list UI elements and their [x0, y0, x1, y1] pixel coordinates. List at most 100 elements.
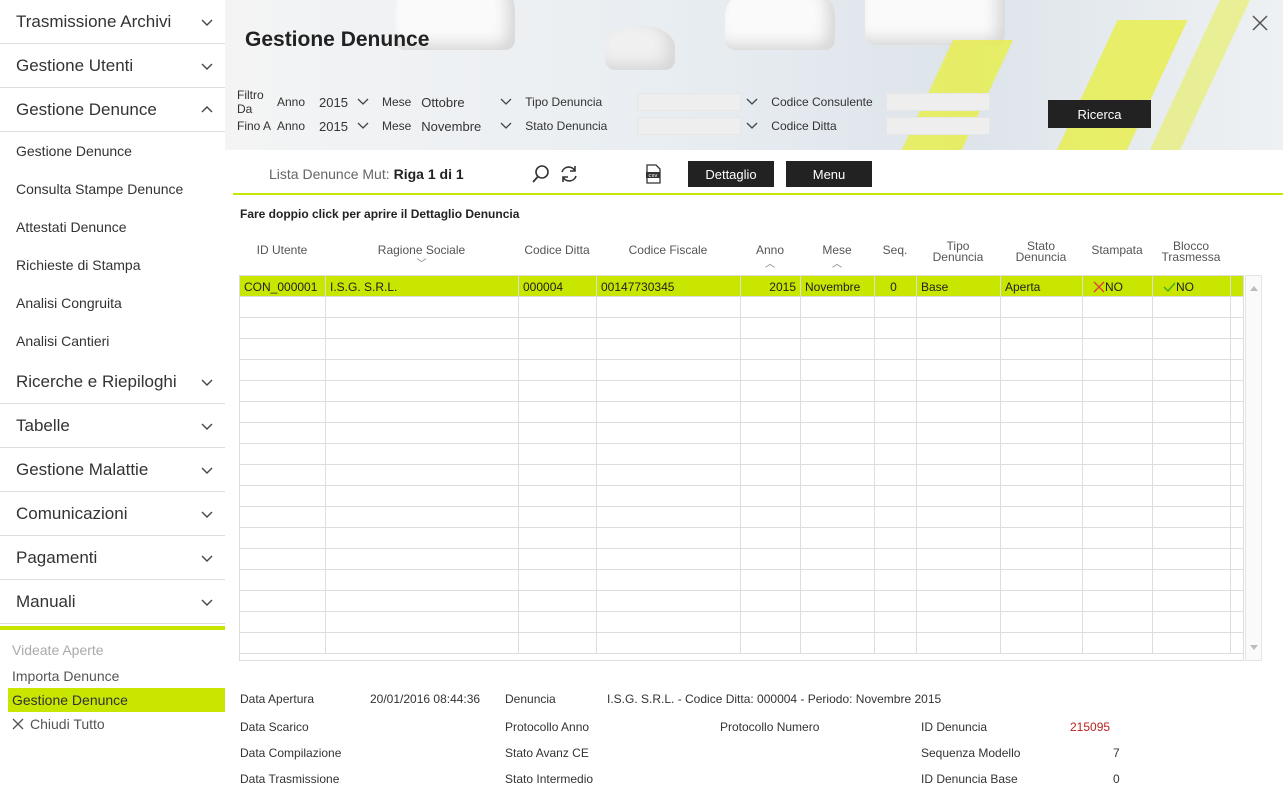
table-cell — [597, 528, 741, 549]
menu-section[interactable]: Gestione Malattie — [0, 448, 225, 492]
anno-from-select[interactable]: 2015 — [319, 95, 348, 110]
menu-divider — [0, 626, 225, 630]
submenu-item[interactable]: Analisi Congruita — [0, 284, 225, 322]
mese-from-select[interactable]: Ottobre — [421, 95, 491, 110]
tipo-denuncia-select[interactable] — [637, 93, 742, 111]
submenu-item[interactable]: Gestione Denunce — [0, 132, 225, 170]
table-cell — [741, 528, 801, 549]
column-header[interactable]: Stato Denuncia — [1000, 235, 1082, 275]
menu-section[interactable]: Gestione Denunce — [0, 88, 225, 132]
table-cell — [1083, 297, 1153, 318]
table-cell — [917, 528, 1001, 549]
refresh-icon[interactable] — [558, 163, 580, 185]
stato-denuncia-chevron-icon[interactable] — [745, 119, 759, 133]
table-cell — [519, 402, 597, 423]
chevron-down-icon[interactable] — [199, 462, 215, 478]
menu-section[interactable]: Gestione Utenti — [0, 44, 225, 88]
chevron-up-icon[interactable] — [199, 102, 215, 118]
chevron-down-icon[interactable] — [199, 14, 215, 30]
table-cell — [240, 612, 326, 633]
table-cell — [240, 549, 326, 570]
codice-consulente-label: Codice Consulente — [771, 95, 873, 109]
open-view-item[interactable]: Gestione Denunce — [8, 688, 225, 712]
cross-icon — [1093, 281, 1105, 292]
table-cell — [1153, 381, 1231, 402]
table-cell — [1153, 570, 1231, 591]
column-header[interactable]: Tipo Denuncia — [916, 235, 1000, 275]
table-cell — [240, 633, 326, 654]
table-cell — [801, 591, 875, 612]
filter-to-label: Fino A — [237, 119, 272, 133]
chevron-down-icon[interactable] — [199, 506, 215, 522]
ricerca-button[interactable]: Ricerca — [1048, 100, 1151, 128]
chevron-down-icon[interactable] — [199, 374, 215, 390]
table-cell — [875, 444, 917, 465]
search-icon[interactable] — [530, 163, 552, 185]
anno-to-select[interactable]: 2015 — [319, 119, 348, 134]
page-title: Gestione Denunce — [245, 28, 430, 51]
table-row[interactable]: CON_000001 I.S.G. S.R.L. 000004 00147730345… — [240, 276, 1243, 297]
table-cell — [1083, 486, 1153, 507]
anno-from-chevron-icon[interactable] — [356, 95, 370, 109]
mese-to-select[interactable]: Novembre — [421, 119, 491, 134]
open-view-item[interactable]: Importa Denunce — [0, 664, 225, 688]
menu-section[interactable]: Ricerche e Riepiloghi — [0, 360, 225, 404]
chevron-down-icon[interactable] — [199, 594, 215, 610]
anno-to-chevron-icon[interactable] — [356, 119, 370, 133]
column-header[interactable]: Blocco Trasmessa — [1152, 235, 1230, 275]
data-compilazione-label: Data Compilazione — [240, 746, 342, 760]
codice-ditta-input[interactable] — [886, 117, 991, 135]
submenu-item[interactable]: Attestati Denunce — [0, 208, 225, 246]
chevron-down-icon[interactable] — [199, 58, 215, 74]
table-cell — [240, 339, 326, 360]
submenu-item[interactable]: Consulta Stampe Denunce — [0, 170, 225, 208]
column-header[interactable]: Codice Ditta — [518, 235, 596, 275]
scroll-up-icon[interactable] — [1250, 286, 1258, 291]
empty-table-row — [240, 402, 1243, 423]
mese-to-chevron-icon[interactable] — [499, 119, 513, 133]
sort-indicator-icon: ︿ — [832, 259, 842, 270]
stato-denuncia-select[interactable] — [637, 117, 742, 135]
column-header[interactable]: Stampata — [1082, 235, 1152, 275]
column-header[interactable]: Anno ︿ — [740, 235, 800, 275]
chiudi-tutto-button[interactable]: Chiudi Tutto — [0, 712, 225, 736]
column-header[interactable]: Seq. — [874, 235, 916, 275]
column-header[interactable]: Codice Fiscale — [596, 235, 740, 275]
csv-export-icon[interactable]: csv — [642, 163, 664, 185]
empty-table-row — [240, 360, 1243, 381]
submenu: Gestione Denunce Consulta Stampe Denunce A… — [0, 132, 225, 360]
menu-section[interactable]: Pagamenti — [0, 536, 225, 580]
submenu-item[interactable]: Analisi Cantieri — [0, 322, 225, 360]
table-cell — [801, 381, 875, 402]
column-header[interactable]: ID Utente — [239, 235, 325, 275]
chevron-down-icon[interactable] — [199, 418, 215, 434]
table-cell — [1083, 423, 1153, 444]
menu-section[interactable]: Trasmissione Archivi — [0, 0, 225, 44]
table-cell — [917, 444, 1001, 465]
codice-consulente-input[interactable] — [886, 93, 991, 111]
dettaglio-button[interactable]: Dettaglio — [688, 161, 774, 187]
menu-section[interactable]: Comunicazioni — [0, 492, 225, 536]
menu-section[interactable]: Tabelle — [0, 404, 225, 448]
table-cell — [741, 507, 801, 528]
table-cell: I.S.G. S.R.L. — [326, 276, 519, 297]
menu-button[interactable]: Menu — [786, 161, 872, 187]
tipo-denuncia-chevron-icon[interactable] — [745, 95, 759, 109]
mese-from-chevron-icon[interactable] — [499, 95, 513, 109]
table-cell — [326, 465, 519, 486]
column-header[interactable]: Ragione Sociale ﹀ — [325, 235, 518, 275]
vertical-scrollbar[interactable] — [1245, 275, 1262, 661]
table-cell: 0 — [875, 276, 917, 297]
close-icon[interactable] — [1249, 12, 1271, 34]
column-header[interactable]: Mese ︿ — [800, 235, 874, 275]
chevron-down-icon[interactable] — [199, 550, 215, 566]
table-cell — [1083, 381, 1153, 402]
submenu-item[interactable]: Richieste di Stampa — [0, 246, 225, 284]
column-header-label: Anno — [755, 243, 785, 257]
scroll-down-icon[interactable] — [1250, 645, 1258, 650]
videate-aperte-title: Videate Aperte — [12, 642, 104, 658]
cell-text: I.S.G. S.R.L. — [330, 279, 398, 294]
menu-section[interactable]: Manuali — [0, 580, 225, 624]
table-cell — [326, 591, 519, 612]
table-cell — [240, 360, 326, 381]
